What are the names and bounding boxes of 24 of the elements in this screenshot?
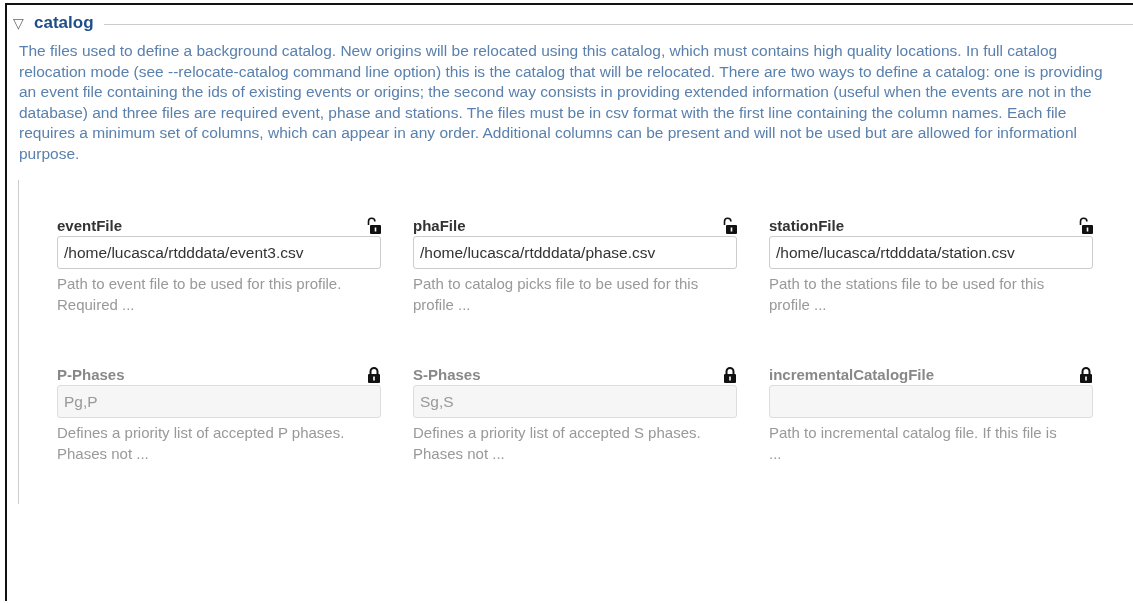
- field-label: P-Phases: [57, 366, 125, 383]
- path-input[interactable]: /home/lucasca/rtdddata/event3.csv: [57, 236, 381, 269]
- unlock-icon[interactable]: [723, 217, 737, 234]
- unlock-icon[interactable]: [1079, 217, 1093, 234]
- path-input[interactable]: /home/lucasca/rtdddata/station.csv: [769, 236, 1093, 269]
- lock-icon[interactable]: [723, 366, 737, 383]
- path-input[interactable]: /home/lucasca/rtdddata/phase.csv: [413, 236, 737, 269]
- field-hint: Path to catalog picks file to be used for this profile ...: [413, 274, 700, 315]
- section-description: The files used to define a background catalog. New origins will be relocated using this catalog, which must contains high quality locations. In full catalog relocation mode (see --relocate-catalog command line option) this is the catalog that will be relocated. There are two ways to define a catalog: one is providing an event file containing the ids of existing events or origins; the second way consists in providing extended information (useful when the events are not in the database) and three files are required event, phase and stations. The files must be in csv format with the first line containing the column names. Each file requires a minimum set of columns, which can appear in any order. Additional columns can be present and will not be used but are allowed for informationl purpose.: [19, 41, 1104, 164]
- unlock-icon[interactable]: [367, 217, 381, 234]
- field-label: S-Phases: [413, 366, 481, 383]
- lock-icon[interactable]: [367, 366, 381, 383]
- field-label: phaFile: [413, 217, 466, 234]
- field-hint: Path to event file to be used for this profile. Required ...: [57, 274, 343, 315]
- field-hint: Path to the stations file to be used for this profile ...: [769, 274, 1046, 315]
- field-label: stationFile: [769, 217, 844, 234]
- field-label: incrementalCatalogFile: [769, 366, 935, 383]
- lock-icon[interactable]: [1079, 366, 1093, 383]
- field-hint: Path to incremental catalog file. If this file is ...: [769, 423, 1058, 464]
- section-title: catalog: [34, 13, 94, 33]
- collapse-toggle[interactable]: ▽: [13, 15, 24, 31]
- field-label: eventFile: [57, 217, 123, 234]
- field-hint: Defines a priority list of accepted P phases. Phases not ...: [57, 423, 346, 464]
- field-hint: Defines a priority list of accepted S phases. Phases not ...: [413, 423, 702, 464]
